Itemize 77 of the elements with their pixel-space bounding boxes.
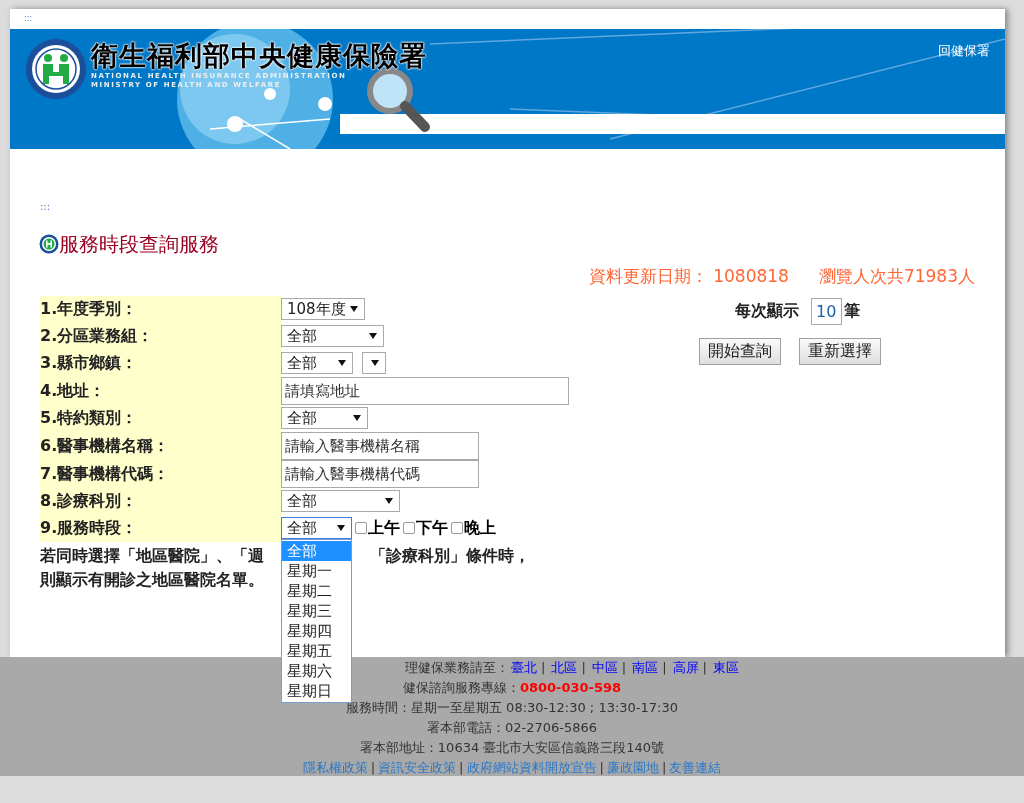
checkbox-label: 晚上 (464, 517, 496, 539)
footer-link[interactable]: 臺北 (511, 658, 537, 678)
field-label: 9.服務時段： (40, 514, 281, 542)
dropdown-option[interactable]: 星期四 (282, 621, 351, 641)
text-field[interactable]: 請輸入醫事機構代碼 (281, 459, 479, 488)
link-separator: | (599, 760, 604, 775)
field-label: 5.特約類別： (40, 404, 281, 432)
caret-icon (369, 333, 377, 339)
dropdown-option[interactable]: 星期三 (282, 601, 351, 621)
logo-icon (25, 38, 87, 100)
home-link[interactable]: 回健保署 (938, 41, 990, 61)
skip-link[interactable]: ::: (40, 201, 51, 212)
dropdown-option[interactable]: 星期二 (282, 581, 351, 601)
logo-icon (39, 234, 59, 254)
page-size-field[interactable]: 10 (811, 297, 842, 325)
caret-icon (385, 498, 393, 504)
note-text: 若同時選擇「地區醫院」、「週 (40, 544, 264, 567)
visitor-count: 瀏覽人次共71983人 (818, 265, 975, 288)
note-text: 「診療科別」條件時， (370, 544, 530, 567)
caret-icon (338, 360, 346, 366)
footer-link[interactable]: 中區 (591, 658, 618, 678)
page-size-label: 每次顯示 (735, 300, 799, 322)
footer-text: 署本部電話：02-2706-5866 (426, 719, 598, 737)
hotline-number: 0800-030-598 (519, 680, 622, 695)
checkbox[interactable] (355, 522, 367, 534)
link-separator: | (541, 659, 546, 677)
link-separator: | (661, 760, 667, 775)
update-date: 資料更新日期： 1080818 (588, 265, 789, 288)
field-label: 4.地址： (40, 376, 281, 405)
checkbox[interactable] (451, 522, 463, 534)
page-title: 服務時段查詢服務 (59, 231, 219, 258)
form-button[interactable]: 開始查詢 (698, 337, 781, 365)
link-separator: | (702, 659, 707, 677)
caret-icon (371, 360, 379, 366)
footer-text: 服務時間：星期一至星期五 08:30-12:30 ; 13:30-17:30 (346, 699, 678, 717)
select-field[interactable] (362, 352, 386, 374)
dropdown-option[interactable]: 星期六 (282, 661, 351, 681)
footer-text: 署本部地址：10634 臺北市大安區信義路三段140號 (359, 739, 665, 757)
field-label: 3.縣市鄉鎮： (40, 349, 281, 377)
dropdown-option[interactable]: 星期日 (282, 681, 351, 701)
footer-text: 理健保業務請至： (405, 659, 509, 677)
checkbox-label: 下午 (416, 517, 448, 539)
select-field[interactable]: 全部 (281, 352, 353, 374)
link-separator: | (621, 659, 627, 677)
text-field[interactable]: 請輸入醫事機構名稱 (281, 431, 479, 460)
field-label: 7.醫事機構代碼： (40, 459, 281, 488)
footer-link[interactable]: 南區 (632, 658, 659, 678)
caret-icon (337, 525, 345, 531)
link-separator: | (370, 760, 376, 775)
footer-link[interactable]: 北區 (551, 658, 578, 678)
select-field[interactable]: 全部 (281, 407, 368, 429)
form-button[interactable]: 重新選擇 (798, 337, 881, 365)
field-label: 6.醫事機構名稱： (40, 431, 281, 460)
select-field[interactable]: 108年度 (281, 298, 365, 320)
dropdown-option[interactable]: 星期一 (282, 561, 351, 581)
footer-link[interactable]: 高屏 (672, 658, 699, 678)
select-field[interactable]: 全部 (281, 517, 352, 539)
footer-text: 健保諮詢服務專線： (402, 680, 520, 695)
field-label: 2.分區業務組： (40, 322, 281, 350)
link-separator: | (581, 659, 586, 677)
select-field[interactable]: 全部 (281, 325, 384, 347)
field-label: 8.診療科別： (40, 487, 281, 515)
caret-icon (353, 415, 361, 421)
caret-icon (350, 306, 358, 312)
link-separator: | (662, 659, 667, 677)
checkbox-label: 上午 (368, 517, 400, 539)
select-field[interactable]: 全部 (281, 490, 400, 512)
footer-link[interactable]: 東區 (712, 658, 739, 678)
link-separator: | (459, 760, 464, 775)
field-label: 1.年度季別： (40, 295, 281, 323)
note-text: 則顯示有開診之地區醫院名單。 (40, 568, 264, 591)
checkbox[interactable] (403, 522, 415, 534)
page-size-unit: 筆 (844, 300, 860, 322)
skip-link[interactable]: ::: (24, 13, 33, 25)
text-field[interactable]: 請填寫地址 (281, 376, 569, 405)
dropdown-option[interactable]: 全部 (282, 541, 351, 561)
dropdown-option[interactable]: 星期五 (282, 641, 351, 661)
